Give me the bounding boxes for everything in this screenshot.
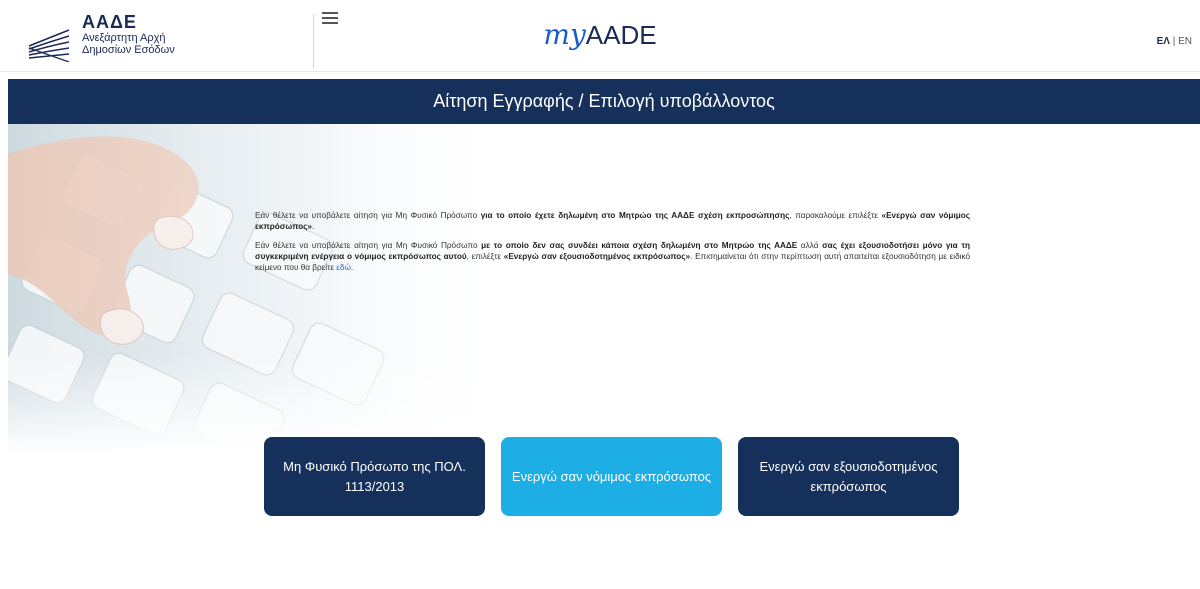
p1-text-2: , παρακαλούμε επιλέξτε xyxy=(789,211,882,220)
keyboard-hero-image xyxy=(8,124,508,454)
page-title: Αίτηση Εγγραφής / Επιλογή υποβάλλοντος xyxy=(8,79,1200,124)
p1-text-3: . xyxy=(311,222,315,231)
button-3-label: Ενεργώ σαν εξουσιοδοτημένος εκπρόσωπος xyxy=(759,458,938,494)
p1-bold-1: για το οποίο έχετε δηλωμένη στο Μητρώο τ… xyxy=(480,211,790,220)
lang-el-link[interactable]: ΕΛ xyxy=(1157,36,1170,47)
p2-text-3: , επιλέξτε xyxy=(466,252,504,261)
p2-bold-1: με το οποίο δεν σας συνδέει κάποια σχέση… xyxy=(481,241,798,250)
authorized-representative-button[interactable]: Ενεργώ σαν εξουσιοδοτημένος εκπρόσωπος xyxy=(738,437,959,516)
brand-name: AADE xyxy=(585,20,657,50)
lang-separator: | xyxy=(1169,36,1179,47)
legal-representative-button[interactable]: Ενεργώ σαν νόμιμος εκπρόσωπος xyxy=(501,437,722,516)
authorization-template-link[interactable]: εδώ xyxy=(336,263,351,272)
non-natural-person-pol-button[interactable]: Μη Φυσικό Πρόσωπο της ΠΟΛ. 1113/2013 xyxy=(264,437,485,516)
instruction-paragraph-1: Εάν θέλετε να υποβάλετε αίτηση για Μη Φυ… xyxy=(255,210,970,232)
brand-my: my xyxy=(543,18,586,51)
p1-text-1: Εάν θέλετε να υποβάλετε αίτηση για Μη Φυ… xyxy=(255,211,481,220)
myaade-brand[interactable]: myAADE xyxy=(0,18,1200,51)
p2-text-1: Εάν θέλετε να υποβάλετε αίτηση για Μη Φυ… xyxy=(255,241,482,250)
instructions-text: Εάν θέλετε να υποβάλετε αίτηση για Μη Φυ… xyxy=(255,210,970,281)
p2-text-2: αλλά xyxy=(797,241,823,250)
lang-en-link[interactable]: EN xyxy=(1178,36,1192,47)
button-2-label: Ενεργώ σαν νόμιμος εκπρόσωπος xyxy=(511,468,712,484)
p2-bold-3: «Ενεργώ σαν εξουσιοδοτημένος εκπρόσωπος» xyxy=(503,252,691,261)
site-header: ΑΑΔΕ Ανεξάρτητη Αρχή Δημοσίων Εσόδων myA… xyxy=(0,0,1200,72)
p2-text-5: . xyxy=(350,263,354,272)
button-1-label: Μη Φυσικό Πρόσωπο της ΠΟΛ. 1113/2013 xyxy=(283,458,466,494)
language-switcher: ΕΛ | EN xyxy=(1157,36,1192,47)
instruction-paragraph-2: Εάν θέλετε να υποβάλετε αίτηση για Μη Φυ… xyxy=(255,240,970,273)
